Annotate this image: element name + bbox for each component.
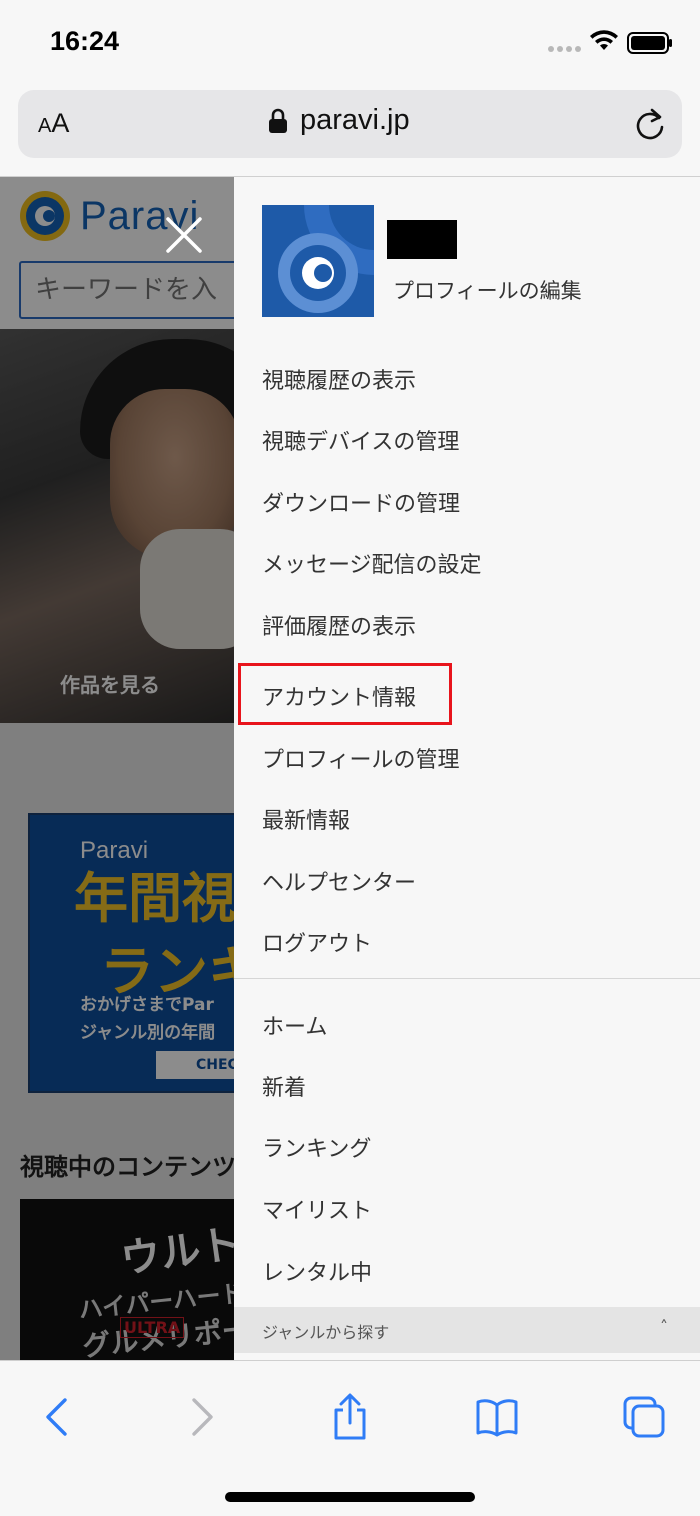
forward-button[interactable]	[175, 1389, 231, 1445]
menu-item-device-management[interactable]: 視聴デバイスの管理	[262, 424, 459, 456]
share-icon	[334, 1393, 366, 1440]
genre-section-label: ジャンルから探す	[262, 1323, 390, 1342]
address-bar[interactable]: AA paravi.jp	[18, 90, 682, 158]
menu-item-logout[interactable]: ログアウト	[262, 926, 372, 958]
avatar[interactable]	[262, 205, 374, 317]
home-indicator	[225, 1492, 475, 1502]
text-size-button[interactable]: AA	[38, 108, 69, 140]
tabs-icon	[623, 1396, 665, 1438]
menu-item-home[interactable]: ホーム	[262, 1009, 327, 1041]
browser-toolbar	[0, 1360, 700, 1516]
menu-item-new[interactable]: 新着	[262, 1070, 306, 1102]
bookmarks-icon	[476, 1399, 518, 1437]
menu-item-mylist[interactable]: マイリスト	[262, 1193, 372, 1225]
web-content: Paravi 作品を見る Paravi 年間視 ランキ おかげさまでPar ジャ…	[0, 176, 700, 1360]
menu-item-message-settings[interactable]: メッセージ配信の設定	[262, 547, 482, 579]
share-button[interactable]	[322, 1389, 378, 1445]
status-bar: 16:24	[0, 0, 700, 88]
menu-item-help-center[interactable]: ヘルプセンター	[262, 865, 416, 897]
url-display[interactable]: paravi.jp	[268, 104, 410, 137]
text-size-small-label: A	[38, 115, 52, 137]
menu-item-download-management[interactable]: ダウンロードの管理	[262, 486, 460, 518]
url-text: paravi.jp	[300, 104, 410, 136]
menu-item-rentals[interactable]: レンタル中	[262, 1255, 372, 1287]
tabs-button[interactable]	[616, 1389, 672, 1445]
genre-section-header[interactable]: ジャンルから探す ˄	[234, 1307, 700, 1353]
menu-item-latest-info[interactable]: 最新情報	[262, 803, 350, 835]
menu-divider	[234, 978, 700, 979]
menu-item-profile-management[interactable]: プロフィールの管理	[262, 742, 460, 774]
avatar-logo-icon	[262, 205, 374, 317]
reload-icon[interactable]	[633, 106, 667, 142]
side-drawer: プロフィールの編集 視聴履歴の表示 視聴デバイスの管理 ダウンロードの管理 メッ…	[234, 177, 700, 1360]
lock-icon	[269, 108, 287, 133]
close-icon[interactable]	[164, 215, 204, 255]
wifi-icon	[590, 30, 618, 50]
menu-item-ranking[interactable]: ランキング	[262, 1131, 371, 1163]
text-size-large-label: A	[51, 108, 70, 138]
cellular-signal-icon	[548, 46, 581, 52]
user-name-redacted	[387, 220, 457, 259]
battery-icon	[627, 32, 672, 54]
chevron-up-icon: ˄	[660, 1317, 668, 1336]
menu-item-watch-history[interactable]: 視聴履歴の表示	[262, 363, 416, 395]
highlight-box	[238, 663, 452, 725]
bookmarks-button[interactable]	[469, 1389, 525, 1445]
profile-edit-link[interactable]: プロフィールの編集	[393, 275, 582, 305]
back-button[interactable]	[28, 1389, 84, 1445]
status-time: 16:24	[50, 26, 120, 56]
menu-item-rating-history[interactable]: 評価履歴の表示	[262, 609, 416, 641]
back-icon	[46, 1398, 67, 1436]
forward-icon	[192, 1398, 213, 1436]
